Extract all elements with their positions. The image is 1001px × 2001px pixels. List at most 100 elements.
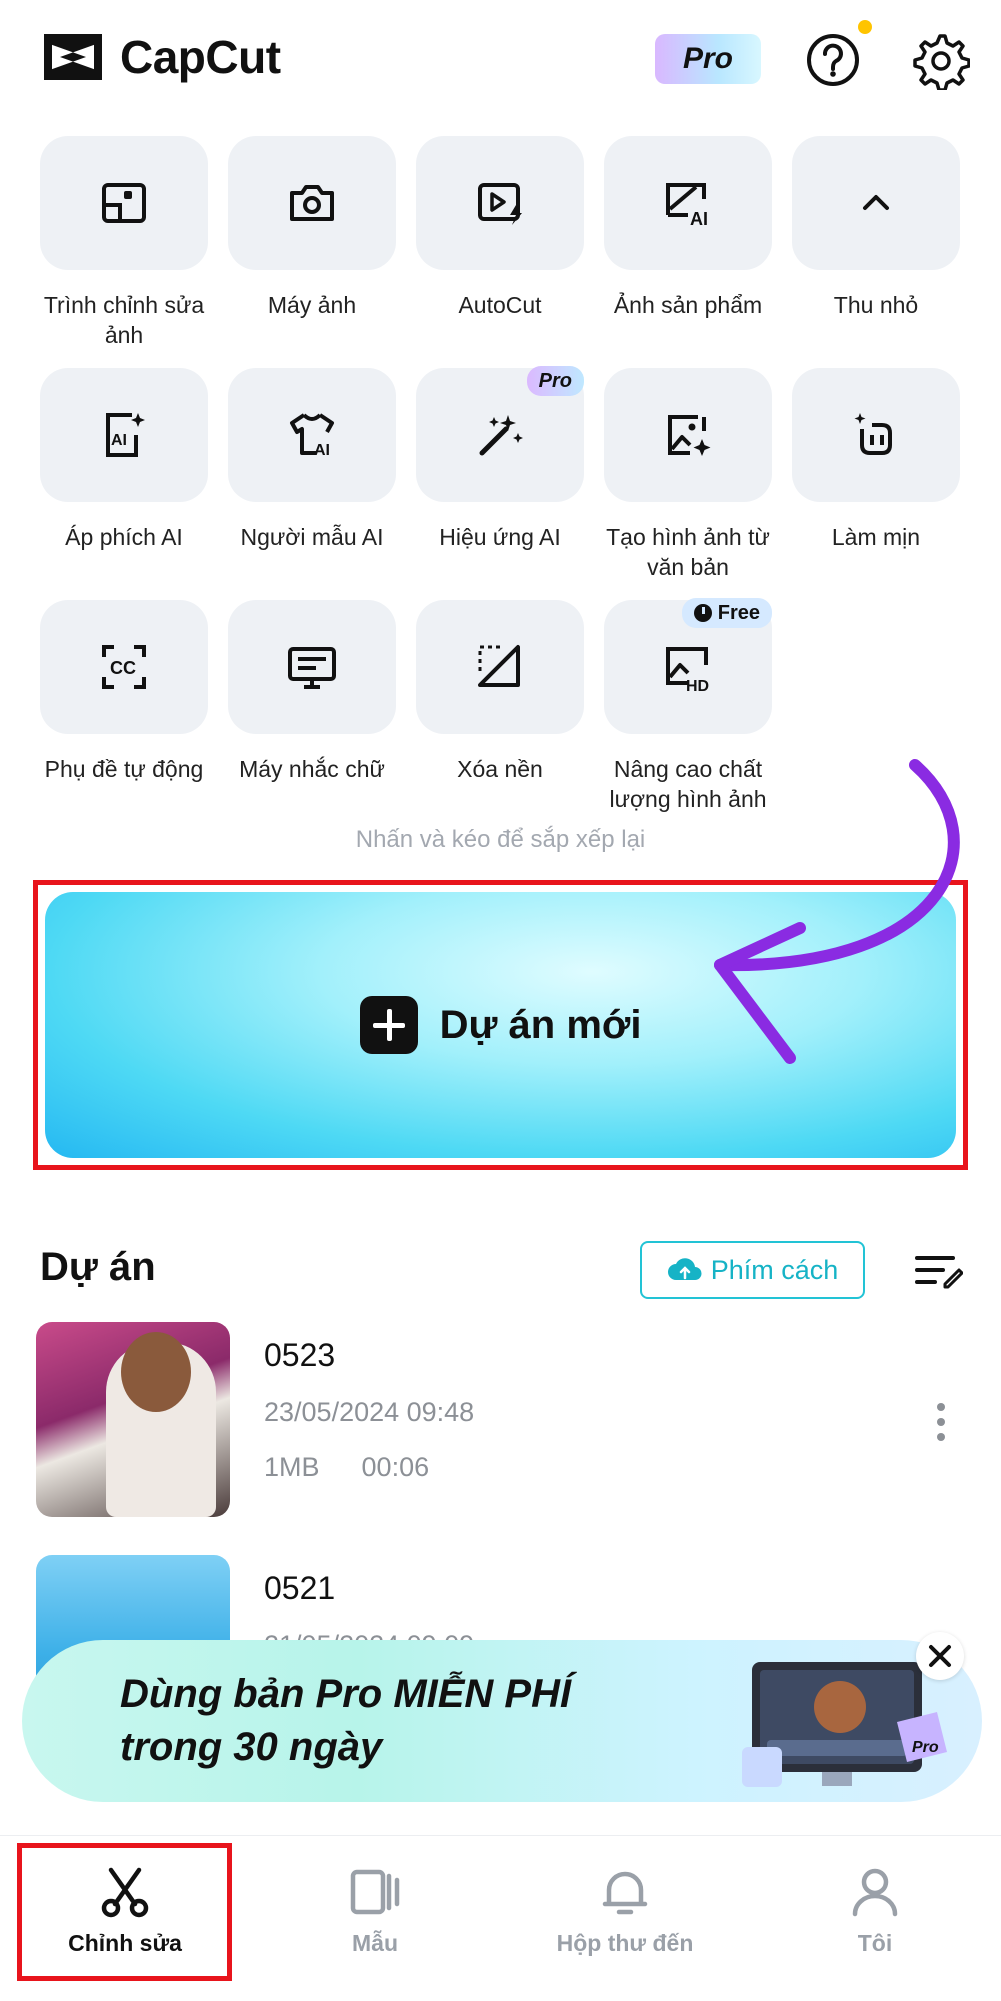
magic-wand-icon [479, 415, 523, 456]
tool-ai-model[interactable]: AI Người mẫu AI [228, 368, 396, 552]
promo-line-1: Dùng bản Pro MIỄN PHÍ [120, 1672, 572, 1716]
tool-ai-poster[interactable]: AI Áp phích AI [40, 368, 208, 552]
tool-auto-captions[interactable]: CC Phụ đề tự động [40, 600, 208, 784]
user-icon [852, 1868, 898, 1917]
tool-tile[interactable]: AI [228, 368, 396, 502]
project-thumbnail[interactable] [36, 1322, 230, 1517]
tool-tile[interactable] [228, 136, 396, 270]
nav-label: Tôi [857, 1930, 893, 1956]
product-photo-ai-icon: AI [666, 183, 708, 229]
nav-profile[interactable]: Tôi [765, 1836, 985, 2001]
shortcut-button[interactable]: Phím cách [640, 1241, 865, 1299]
bell-icon [602, 1871, 648, 1915]
promo-text: Dùng bản Pro MIỄN PHÍ trong 30 ngày [120, 1668, 571, 1774]
tool-tile[interactable] [604, 368, 772, 502]
auto-captions-icon: CC [102, 645, 146, 689]
project-duration: 00:06 [361, 1452, 430, 1482]
tool-tile[interactable] [416, 600, 584, 734]
tool-ai-effects[interactable]: Pro Hiệu ứng AI [416, 366, 584, 552]
project-size: 1MB [264, 1452, 320, 1482]
tool-tile[interactable]: Pro [416, 366, 584, 502]
nav-edit[interactable]: Chỉnh sửa [15, 1836, 235, 2001]
tool-label: Tạo hình ảnh từ văn bản [606, 524, 770, 580]
project-item[interactable]: 0523 23/05/2024 09:48 1MB 00:06 [36, 1322, 966, 1517]
chevron-up-icon [863, 195, 889, 210]
new-project-button[interactable]: Dự án mới [45, 892, 956, 1158]
close-promo-button[interactable] [916, 1632, 964, 1680]
svg-text:AI: AI [314, 442, 330, 459]
tool-photo-editor[interactable]: Trình chỉnh sửa ảnh [40, 136, 208, 350]
tool-label: Nâng cao chất lượng hình ảnh [609, 756, 767, 812]
project-name: 0521 [264, 1570, 336, 1606]
tool-label: Hiệu ứng AI [439, 524, 561, 550]
shortcut-button-label: Phím cách [710, 1254, 839, 1285]
remove-background-icon [478, 645, 520, 687]
tool-label: Máy ảnh [267, 292, 357, 318]
projects-title: Dự án [40, 1245, 156, 1289]
capcut-logo-icon [44, 34, 102, 80]
tool-label: Máy nhắc chữ [239, 756, 385, 782]
gear-icon[interactable] [910, 30, 970, 90]
svg-text:Pro: Pro [912, 1739, 939, 1756]
tool-tile[interactable]: AI [604, 136, 772, 270]
highlight-box-new-project: Dự án mới [33, 880, 968, 1170]
svg-text:AI: AI [690, 209, 708, 229]
app-header: CapCut Pro [0, 0, 1001, 120]
pro-trial-banner[interactable]: Dùng bản Pro MIỄN PHÍ trong 30 ngày Pro [22, 1640, 982, 1802]
tool-tile[interactable] [228, 600, 396, 734]
nav-inbox[interactable]: Hộp thư đến [515, 1836, 735, 2001]
svg-text:CC: CC [110, 658, 136, 678]
photo-editor-icon [102, 183, 146, 223]
project-name: 0523 [264, 1337, 336, 1373]
nav-label: Chỉnh sửa [68, 1930, 182, 1956]
reorder-hint: Nhấn và kéo để sắp xếp lại [355, 826, 646, 853]
logo-text: CapCut [120, 31, 281, 83]
ai-poster-icon: AI [106, 413, 145, 457]
tool-remove-background[interactable]: Xóa nền [416, 600, 584, 784]
tool-label: Người mẫu AI [240, 524, 384, 550]
nav-label: Hộp thư đến [556, 1930, 694, 1956]
manage-list-icon[interactable] [915, 1250, 963, 1290]
tool-tile[interactable] [416, 136, 584, 270]
tool-label: Áp phích AI [65, 524, 183, 550]
more-options-icon[interactable] [936, 1402, 946, 1442]
autocut-icon [478, 183, 522, 225]
tool-tile[interactable] [40, 136, 208, 270]
tool-enhance-quality[interactable]: HD Free Nâng cao chất lượng hình ảnh [604, 598, 772, 814]
tool-text-to-image[interactable]: Tạo hình ảnh từ văn bản [604, 368, 772, 582]
free-tag-label: Free [717, 601, 760, 624]
tool-label: AutoCut [458, 292, 542, 318]
tool-collapse[interactable]: Thu nhỏ [792, 136, 960, 320]
tool-tile[interactable] [792, 368, 960, 502]
tool-label: Xóa nền [457, 756, 543, 782]
project-meta: 1MB 00:06 [264, 1452, 429, 1483]
tool-smooth[interactable]: Làm mịn [792, 368, 960, 552]
tool-label: Ảnh sản phẩm [613, 292, 763, 318]
promo-line-2: trong 30 ngày [120, 1725, 383, 1769]
tool-label: Làm mịn [831, 524, 921, 550]
nav-templates[interactable]: Mẫu [265, 1836, 485, 2001]
tool-tile[interactable] [792, 136, 960, 270]
tool-camera[interactable]: Máy ảnh [228, 136, 396, 320]
pro-badge-button[interactable]: Pro [655, 34, 761, 84]
tool-label: Trình chỉnh sửa ảnh [43, 292, 205, 348]
bottom-navigation: Chỉnh sửa Mẫu Hộp thư đến Tôi [0, 1835, 1001, 2001]
tool-autocut[interactable]: AutoCut [416, 136, 584, 320]
tool-label: Phụ đề tự động [44, 756, 204, 782]
svg-text:HD: HD [686, 678, 709, 695]
capcut-logo: CapCut [40, 30, 281, 84]
cloud-upload-icon [667, 1258, 702, 1280]
tool-teleprompter[interactable]: Máy nhắc chữ [228, 600, 396, 784]
text-to-image-icon [668, 415, 711, 456]
help-icon[interactable] [803, 30, 863, 90]
tool-tile[interactable]: HD Free [604, 598, 772, 734]
tool-product-photo[interactable]: AI Ảnh sản phẩm [604, 136, 772, 320]
tool-tile[interactable]: CC [40, 600, 208, 734]
close-icon [929, 1645, 951, 1667]
nav-label: Mẫu [352, 1930, 398, 1956]
clock-icon [693, 604, 712, 622]
thumbnail-head [121, 1332, 191, 1412]
tool-tile[interactable]: AI [40, 368, 208, 502]
tool-label: Thu nhỏ [833, 292, 919, 318]
smooth-face-icon [854, 413, 892, 455]
